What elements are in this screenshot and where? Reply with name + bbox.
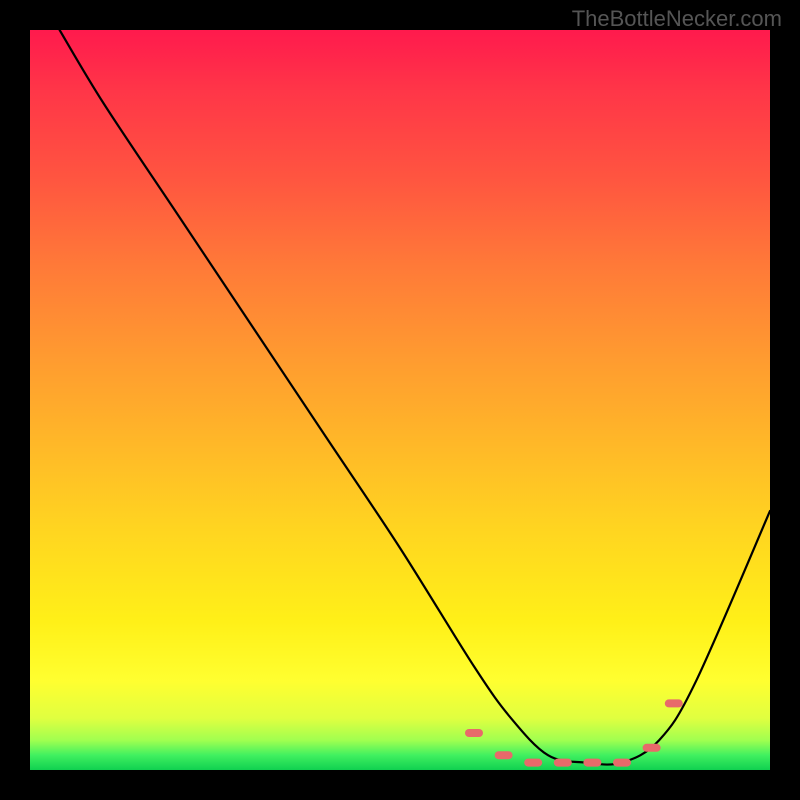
- chart-svg: [30, 30, 770, 770]
- chart-area: [30, 30, 770, 770]
- marker-dot: [583, 759, 601, 767]
- marker-group: [465, 699, 683, 766]
- marker-dot: [465, 729, 483, 737]
- marker-dot: [495, 751, 513, 759]
- bottleneck-curve: [60, 30, 770, 765]
- marker-dot: [643, 744, 661, 752]
- watermark-text: TheBottleNecker.com: [572, 6, 782, 32]
- marker-dot: [613, 759, 631, 767]
- marker-dot: [554, 759, 572, 767]
- marker-dot: [524, 759, 542, 767]
- marker-dot: [665, 699, 683, 707]
